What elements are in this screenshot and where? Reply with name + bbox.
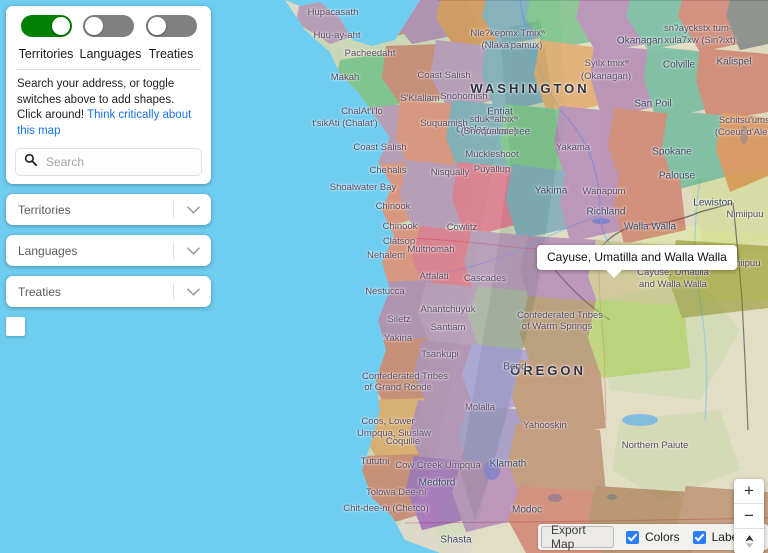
dropdown-label-treaties: Treaties (18, 284, 61, 299)
dropdown-label-territories: Territories (18, 202, 71, 217)
chevron-down-icon[interactable] (187, 194, 200, 225)
dropdown-separator (173, 201, 174, 219)
dropdown-languages[interactable]: Languages (6, 235, 211, 267)
toggle-label-languages: Languages (79, 47, 142, 61)
zoom-out-button[interactable]: − (734, 504, 764, 529)
toggle-card: Territories Languages Treaties Search yo… (6, 6, 211, 185)
chevron-down-icon[interactable] (187, 276, 200, 307)
switch-cell-languages: Languages (79, 15, 142, 61)
search-box[interactable] (15, 148, 202, 177)
export-map-button[interactable]: Export Map (541, 523, 614, 551)
colors-checkbox-label: Colors (644, 530, 680, 544)
dropdown-separator (173, 242, 174, 260)
toggle-label-territories: Territories (18, 47, 74, 61)
export-map-label: Export Map (551, 523, 586, 551)
dropdown-territories[interactable]: Territories (6, 194, 211, 226)
toggle-knob (51, 17, 70, 35)
labels-checkbox[interactable] (692, 530, 706, 544)
instruction-text: Search your address, or toggle switches … (15, 77, 202, 139)
colors-checkbox[interactable] (625, 530, 639, 544)
dropdown-treaties[interactable]: Treaties (6, 276, 211, 308)
toggle-treaties[interactable] (145, 15, 197, 37)
toggle-knob (147, 17, 166, 35)
toggle-label-treaties: Treaties (148, 47, 194, 61)
dropdown-separator (173, 283, 174, 301)
zoom-in-button[interactable]: + (734, 479, 764, 504)
tooltip-text: Cayuse, Umatilla and Walla Walla (547, 250, 727, 264)
panel-divider (16, 69, 201, 70)
toggle-languages[interactable] (83, 15, 134, 37)
map-tooltip: Cayuse, Umatilla and Walla Walla (537, 245, 737, 278)
map-application: WASHINGTON OREGON Chelan Entiat Wenatchee Yak… (0, 0, 768, 553)
search-icon (24, 153, 38, 171)
dropdown-label-languages: Languages (18, 243, 78, 258)
search-input[interactable] (44, 154, 193, 171)
layer-switch-row: Territories Languages Treaties (15, 15, 202, 61)
colors-checkbox-group: Colors (625, 530, 680, 544)
switch-cell-treaties: Treaties (142, 15, 200, 61)
compass-icon (744, 535, 754, 548)
map-attribution-box[interactable] (6, 317, 25, 337)
compass-reset-button[interactable] (734, 529, 764, 553)
chevron-down-icon[interactable] (187, 235, 200, 266)
toggle-territories[interactable] (20, 15, 72, 37)
toggle-knob (85, 17, 103, 35)
switch-cell-territories: Territories (17, 15, 75, 61)
zoom-controls: + − (734, 479, 764, 553)
left-control-panel: Territories Languages Treaties Search yo… (6, 6, 211, 337)
